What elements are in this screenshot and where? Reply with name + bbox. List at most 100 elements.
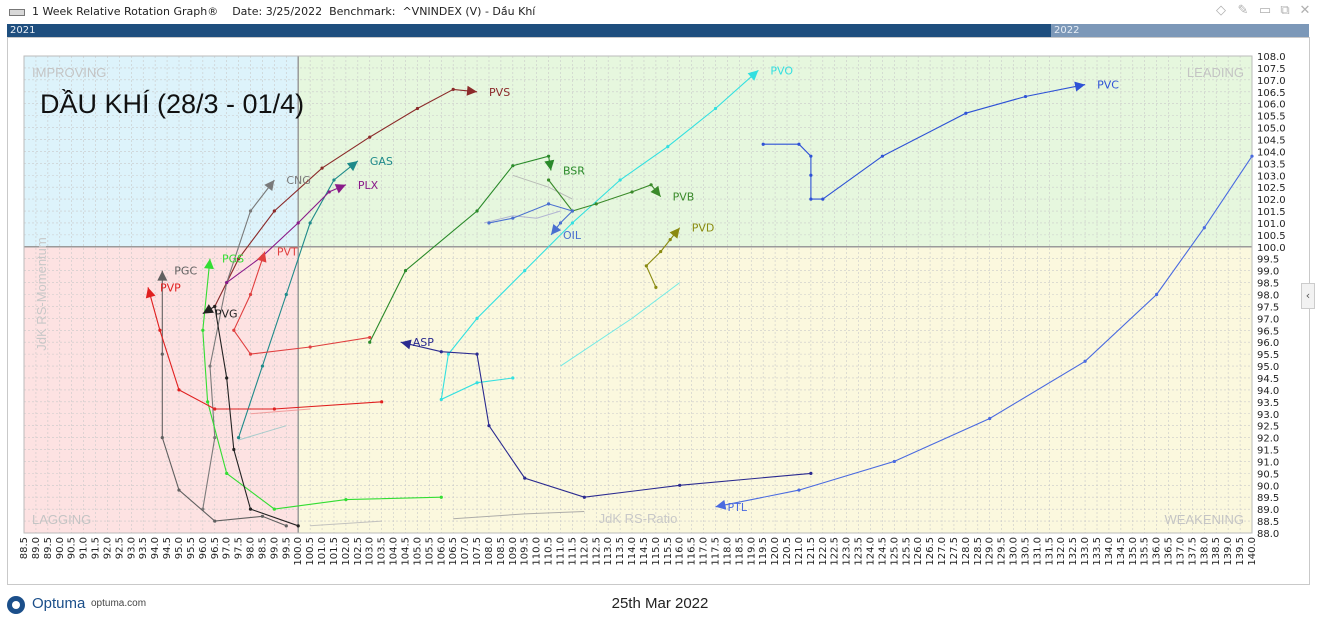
series-point xyxy=(177,488,181,492)
series-point xyxy=(523,269,527,273)
x-tick-label: 122.5 xyxy=(830,537,841,566)
x-tick-label: 140.0 xyxy=(1247,537,1258,566)
quadrant-label-leading: LEADING xyxy=(1187,65,1244,80)
y-tick-label: 103.0 xyxy=(1257,171,1286,182)
x-tick-label: 137.5 xyxy=(1187,537,1198,566)
series-point xyxy=(558,221,563,225)
series-point xyxy=(668,238,672,242)
series-point xyxy=(475,209,479,213)
series-label: PGS xyxy=(222,253,244,266)
series-point xyxy=(880,154,885,158)
series-label: PVB xyxy=(673,191,695,204)
y-tick-label: 94.0 xyxy=(1257,386,1279,397)
series-point xyxy=(248,507,253,511)
logo-url[interactable]: optuma.com xyxy=(91,598,146,609)
x-tick-label: 116.5 xyxy=(687,537,698,566)
x-tick-label: 138.5 xyxy=(1211,537,1222,566)
x-tick-label: 93.5 xyxy=(138,537,149,559)
series-label: PVT xyxy=(277,246,298,259)
series-point xyxy=(260,514,265,518)
x-tick-label: 95.0 xyxy=(174,537,185,559)
x-tick-label: 105.5 xyxy=(424,537,435,566)
series-point xyxy=(225,376,229,380)
x-tick-label: 94.5 xyxy=(162,537,173,559)
x-tick-label: 93.0 xyxy=(126,537,137,559)
x-tick-label: 104.5 xyxy=(401,537,412,566)
series-point xyxy=(511,376,515,380)
x-tick-label: 126.0 xyxy=(913,537,924,566)
x-tick-label: 101.5 xyxy=(329,537,340,566)
y-tick-label: 93.0 xyxy=(1257,410,1279,421)
x-tick-label: 108.0 xyxy=(484,537,495,566)
series-point xyxy=(659,249,663,254)
series-point xyxy=(797,488,801,492)
series-point xyxy=(232,447,236,452)
x-tick-label: 97.5 xyxy=(234,537,245,559)
series-point xyxy=(380,400,384,404)
x-tick-label: 94.0 xyxy=(150,537,161,559)
series-label: GAS xyxy=(370,155,393,168)
side-panel-toggle[interactable]: ‹ xyxy=(1301,283,1315,309)
series-point xyxy=(451,87,455,91)
series-point xyxy=(332,178,336,182)
x-tick-label: 114.0 xyxy=(627,537,638,566)
series-point xyxy=(1023,94,1028,99)
series-point xyxy=(415,106,420,111)
series-point xyxy=(475,381,479,385)
x-tick-label: 104.0 xyxy=(389,537,400,566)
x-tick-label: 89.5 xyxy=(43,537,54,559)
y-tick-label: 108.0 xyxy=(1257,52,1286,63)
y-tick-label: 105.5 xyxy=(1257,112,1286,123)
series-point xyxy=(368,335,372,340)
x-tick-label: 90.5 xyxy=(67,537,78,559)
chart-title: DẦU KHÍ (28/3 - 01/4) xyxy=(40,88,304,119)
x-tick-label: 118.0 xyxy=(722,537,733,566)
y-tick-label: 98.0 xyxy=(1257,291,1279,302)
series-point xyxy=(678,483,682,487)
quadrant-label-weakening: WEAKENING xyxy=(1165,512,1244,527)
x-tick-label: 108.5 xyxy=(496,537,507,566)
series-point xyxy=(225,280,229,285)
y-tick-label: 99.0 xyxy=(1257,267,1279,278)
y-tick-label: 92.5 xyxy=(1257,422,1279,433)
x-tick-label: 129.0 xyxy=(985,537,996,566)
series-point xyxy=(439,397,443,402)
x-tick-label: 98.0 xyxy=(246,537,257,559)
y-tick-label: 88.5 xyxy=(1257,517,1279,528)
x-tick-label: 135.5 xyxy=(1140,537,1151,566)
y-tick-label: 88.0 xyxy=(1257,529,1279,540)
x-tick-label: 121.0 xyxy=(794,537,805,566)
x-tick-label: 120.0 xyxy=(770,537,781,566)
x-tick-label: 111.5 xyxy=(567,537,578,566)
series-label: PGC xyxy=(174,265,197,278)
x-tick-label: 138.0 xyxy=(1199,537,1210,566)
series-point xyxy=(964,111,968,115)
series-point xyxy=(713,106,718,111)
y-tick-label: 103.5 xyxy=(1257,159,1286,170)
series-point xyxy=(582,495,586,499)
series-point xyxy=(809,173,813,177)
y-tick-label: 92.0 xyxy=(1257,434,1279,445)
x-tick-label: 105.0 xyxy=(412,537,423,566)
series-point xyxy=(1155,292,1159,297)
x-tick-label: 131.0 xyxy=(1032,537,1043,566)
y-tick-label: 102.0 xyxy=(1257,195,1286,206)
series-point xyxy=(225,471,229,475)
series-point xyxy=(649,183,653,187)
y-tick-label: 96.5 xyxy=(1257,326,1279,337)
x-tick-label: 117.5 xyxy=(710,537,721,566)
y-tick-label: 94.5 xyxy=(1257,374,1279,385)
x-tick-label: 99.0 xyxy=(269,537,280,559)
y-tick-label: 91.5 xyxy=(1257,446,1279,457)
x-tick-label: 136.0 xyxy=(1152,537,1163,566)
x-tick-label: 110.0 xyxy=(532,537,543,566)
rrg-chart: IMPROVING LEADING LAGGING WEAKENING PVS PVO P… xyxy=(19,52,1286,566)
y-tick-label: 100.0 xyxy=(1257,243,1286,254)
x-tick-label: 110.5 xyxy=(544,537,555,566)
series-point xyxy=(446,352,451,356)
series-label: OIL xyxy=(563,229,582,242)
x-tick-label: 133.0 xyxy=(1080,537,1091,566)
series-label: PVS xyxy=(489,86,510,99)
y-tick-label: 101.5 xyxy=(1257,207,1286,218)
series-label: PVC xyxy=(1097,79,1119,92)
